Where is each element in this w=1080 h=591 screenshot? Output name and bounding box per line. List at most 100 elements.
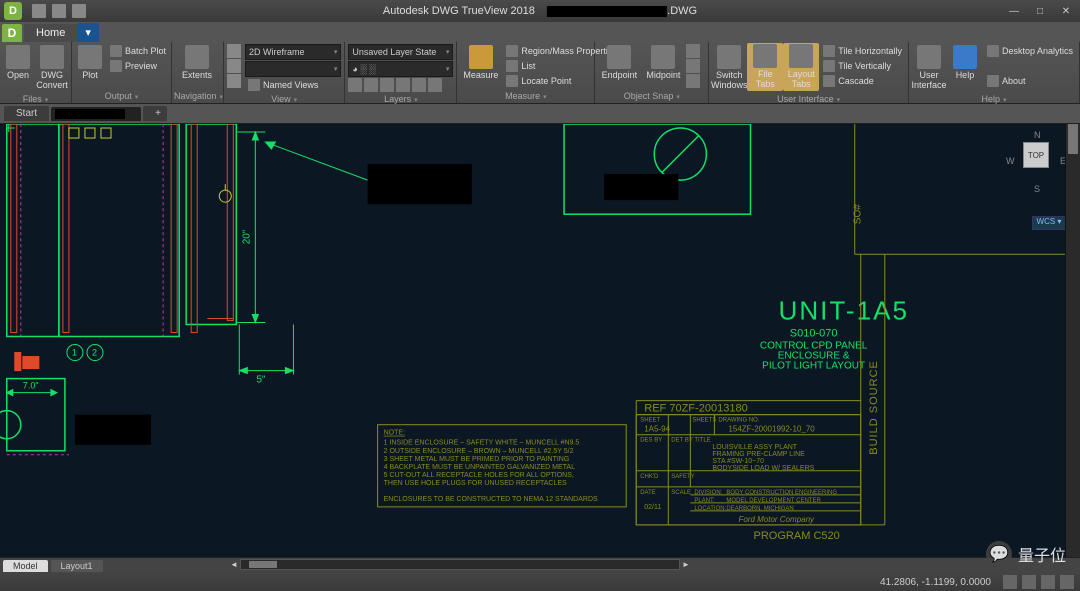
qat-icon[interactable] xyxy=(52,4,66,18)
osnap-more-icon[interactable] xyxy=(686,74,700,88)
svg-text:02/11: 02/11 xyxy=(644,504,661,511)
preview-button[interactable]: Preview xyxy=(107,59,169,73)
layer-tool-icon[interactable] xyxy=(364,78,378,92)
panel-view: 2D Wireframe Named Views View xyxy=(224,42,345,103)
midpoint-button[interactable]: Midpoint xyxy=(641,43,685,83)
new-tab-button[interactable]: + xyxy=(143,106,167,121)
horizontal-scrollbar[interactable]: ◄ ► xyxy=(240,559,680,570)
ribbon-tab-bar: D Home ▾ xyxy=(0,22,1080,42)
status-toggle-icon[interactable] xyxy=(1022,575,1036,589)
help-button[interactable]: Help xyxy=(947,43,983,83)
panel-title: Object Snap xyxy=(597,90,706,102)
viewcube-w[interactable]: W xyxy=(1006,156,1015,166)
view-steering-icon[interactable] xyxy=(227,44,241,58)
desktop-analytics-button[interactable]: Desktop Analytics xyxy=(984,44,1076,58)
svg-text:DATE: DATE xyxy=(640,490,656,496)
cascade-button[interactable]: Cascade xyxy=(820,74,905,88)
layer-state-combo[interactable]: Unsaved Layer State xyxy=(348,44,453,60)
maximize-button[interactable]: □ xyxy=(1028,3,1052,19)
tile-horizontal-button[interactable]: Tile Horizontally xyxy=(820,44,905,58)
user-interface-icon xyxy=(917,45,941,69)
layer-combo[interactable]: ◕ ░ ░ xyxy=(348,61,453,77)
qat-icon[interactable] xyxy=(32,4,46,18)
midpoint-icon xyxy=(651,45,675,69)
view-home-icon[interactable] xyxy=(227,59,241,73)
note-title: NOTE: xyxy=(384,430,405,437)
ref-text: REF 70ZF-20013180 xyxy=(644,403,747,415)
named-views-icon xyxy=(248,79,260,91)
view-combo[interactable] xyxy=(245,61,341,77)
file-tab-redacted[interactable] xyxy=(51,107,141,121)
status-toggle-icon[interactable] xyxy=(1003,575,1017,589)
svg-text:DIVISION:: DIVISION: xyxy=(694,490,722,496)
measure-button[interactable]: Measure xyxy=(459,43,502,83)
viewcube-s[interactable]: S xyxy=(1034,184,1040,194)
svg-text:DES BY: DES BY xyxy=(640,438,662,444)
dimension-text: 20" xyxy=(241,229,252,244)
program-text: PROGRAM C520 xyxy=(753,530,839,542)
extents-button[interactable]: Extents xyxy=(174,43,220,83)
batch-plot-button[interactable]: Batch Plot xyxy=(107,44,169,58)
list-icon xyxy=(506,60,518,72)
svg-text:1 INSIDE ENCLOSURE – SAFETY: 1 INSIDE ENCLOSURE – SAFETY WHITE – MUNC… xyxy=(384,440,580,447)
file-tab-bar: Start + xyxy=(0,104,1080,124)
view-manage-icon[interactable] xyxy=(227,74,241,88)
svg-text:5 CUT-OUT ALL RECEPTACLE HOL: 5 CUT-OUT ALL RECEPTACLE HOLES FOR ALL O… xyxy=(384,472,574,479)
svg-text:PLANT:: PLANT: xyxy=(694,498,715,504)
quick-access-toolbar xyxy=(32,4,86,18)
close-button[interactable]: ✕ xyxy=(1054,3,1078,19)
viewcube-n[interactable]: N xyxy=(1034,130,1041,140)
minimize-button[interactable]: — xyxy=(1002,3,1026,19)
file-tabs-button[interactable]: File Tabs xyxy=(747,43,783,91)
layer-tool-icon[interactable] xyxy=(428,78,442,92)
visual-style-combo[interactable]: 2D Wireframe xyxy=(245,44,341,60)
svg-text:Ford Motor Company: Ford Motor Company xyxy=(738,515,815,524)
scroll-right-button[interactable]: ► xyxy=(679,560,693,571)
scroll-left-button[interactable]: ◄ xyxy=(227,560,241,571)
layout-tabs-button[interactable]: Layout Tabs xyxy=(783,43,819,91)
svg-text:ENCLOSURES TO BE CONSTRUCTED T: ENCLOSURES TO BE CONSTRUCTED TO NEMA 12 … xyxy=(384,496,598,503)
layer-tool-icon[interactable] xyxy=(348,78,362,92)
start-tab[interactable]: Start xyxy=(4,106,49,121)
tile-vertical-button[interactable]: Tile Vertically xyxy=(820,59,905,73)
ribbon: Open DWG Convert Files Plot Batch Plot P… xyxy=(0,42,1080,104)
panel-layers: Unsaved Layer State ◕ ░ ░ Layers xyxy=(345,42,457,103)
layer-tool-icon[interactable] xyxy=(380,78,394,92)
layer-tool-icon[interactable] xyxy=(396,78,410,92)
panel-title: View xyxy=(226,93,342,105)
user-interface-button[interactable]: User Interface xyxy=(911,43,947,93)
app-menu-button[interactable]: D xyxy=(2,24,22,42)
viewcube[interactable]: N W E S TOP xyxy=(1006,130,1066,202)
title-bar: D Autodesk DWG TrueView 2018 .DWG — □ ✕ xyxy=(0,0,1080,22)
h-scroll-rail: ◄ ► xyxy=(0,557,1080,573)
status-toggle-icon[interactable] xyxy=(1060,575,1074,589)
svg-text:3 SHEET METAL MUST BE PRIMED: 3 SHEET METAL MUST BE PRIMED PRIOR TO PA… xyxy=(384,456,570,463)
ribbon-tab-home[interactable]: Home xyxy=(24,24,77,42)
plot-button[interactable]: Plot xyxy=(74,43,106,83)
build-source: BUILD SOURCE xyxy=(868,360,880,455)
vertical-scrollbar[interactable] xyxy=(1065,124,1080,557)
about-button[interactable]: About xyxy=(984,74,1076,88)
redacted-box xyxy=(604,174,678,200)
osnap-more-icon[interactable] xyxy=(686,59,700,73)
status-toggle-icon[interactable] xyxy=(1041,575,1055,589)
dwg-convert-button[interactable]: DWG Convert xyxy=(34,43,70,93)
svg-text:SHEETS: SHEETS xyxy=(692,418,716,424)
qat-icon[interactable] xyxy=(72,4,86,18)
drawing-canvas[interactable]: 20" 5" SO# UNIT-1A5 S010-070 CONTROL CPD… xyxy=(0,124,1080,557)
layer-tool-icon[interactable] xyxy=(412,78,426,92)
switch-windows-button[interactable]: Switch Windows xyxy=(711,43,747,93)
svg-text:BODYSIDE LOAD W/ SEALERS: BODYSIDE LOAD W/ SEALERS xyxy=(712,465,814,472)
panel-title: Help xyxy=(911,93,1077,105)
named-views-button[interactable]: Named Views xyxy=(245,78,341,92)
wcs-indicator[interactable]: WCS ▾ xyxy=(1032,216,1066,230)
osnap-more-icon[interactable] xyxy=(686,44,700,58)
viewcube-top[interactable]: TOP xyxy=(1023,142,1049,168)
panel-title: Navigation xyxy=(174,90,221,102)
open-button[interactable]: Open xyxy=(2,43,34,83)
svg-text:DRAWING NO.: DRAWING NO. xyxy=(718,418,759,424)
tile-v-icon xyxy=(823,60,835,72)
ribbon-tab-addin[interactable]: ▾ xyxy=(77,23,99,42)
endpoint-button[interactable]: Endpoint xyxy=(597,43,641,83)
svg-text:STA #SW-10~70: STA #SW-10~70 xyxy=(712,458,764,465)
